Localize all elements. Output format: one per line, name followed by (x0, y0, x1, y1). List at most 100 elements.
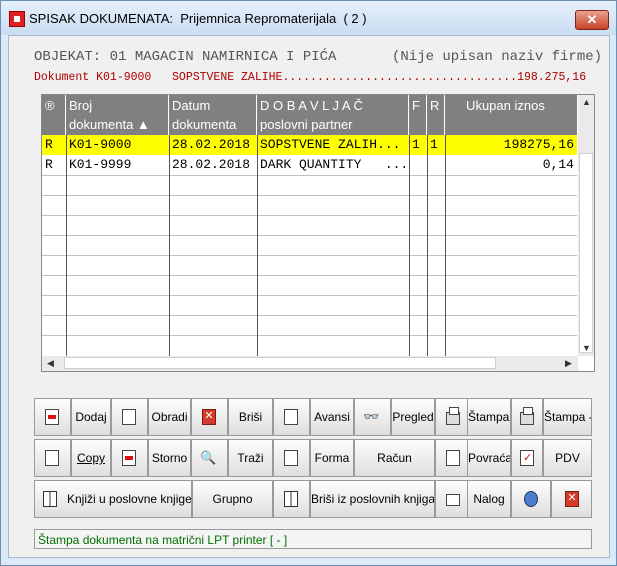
row-f (409, 155, 427, 175)
row-broj: K01-9000 (69, 137, 132, 152)
delete-icon: ✕ (202, 409, 216, 425)
avansi-button[interactable]: Avansi (310, 398, 354, 436)
grid-line (42, 175, 577, 176)
client-area: OBJEKAT: 01 MAGACIN NAMIRNICA I PIĆA (Ni… (8, 35, 610, 558)
brisi-button[interactable]: Briši (228, 398, 273, 436)
dodaj-icon-button[interactable] (34, 398, 71, 436)
grid-line (42, 315, 577, 316)
col-broj-label: Broj (69, 98, 93, 113)
stampa-plus-button[interactable]: Štampa + (467, 398, 511, 436)
refresh-icon (446, 450, 460, 466)
brisi-knjiga-button[interactable]: Briši iz poslovnih knjiga (310, 480, 435, 518)
help-button[interactable] (511, 480, 551, 518)
forma-button[interactable]: Forma (310, 439, 354, 477)
table-header: ® Broj dokumenta ▲ Datum dokumenta D O B A… (42, 95, 577, 135)
stampa-minus-button[interactable]: Štampa - (543, 398, 592, 436)
obradi-icon-button[interactable] (111, 398, 148, 436)
trazi-icon-button[interactable]: 🔍 (191, 439, 228, 477)
title-bar[interactable]: SPISAK DOKUMENATA: Prijemnica Repromater… (1, 1, 616, 35)
vertical-scrollbar[interactable]: ▲ ▼ (578, 95, 594, 356)
pregled-button[interactable]: Pregled (391, 398, 435, 436)
storno-button[interactable]: Storno (148, 439, 191, 477)
stampa-minus-icon-button[interactable] (511, 398, 543, 436)
storno-icon-button[interactable] (111, 439, 148, 477)
grid-line (42, 215, 577, 216)
dodaj-button[interactable]: Dodaj (71, 398, 111, 436)
horizontal-scrollbar[interactable]: ◀ ▶ (42, 356, 578, 371)
pdv-button[interactable]: PDV (543, 439, 592, 477)
row-f: 1 (412, 137, 420, 152)
edit-document-icon (122, 409, 136, 425)
help-icon (524, 491, 538, 507)
copy-button[interactable]: Copy (71, 439, 111, 477)
copy-icon (45, 450, 59, 466)
firma-label: (Nije upisan naziv firme) (392, 49, 603, 65)
row-r: 1 (430, 137, 438, 152)
forma-icon-button[interactable] (273, 439, 310, 477)
grupno-button[interactable]: Grupno (192, 480, 273, 518)
grid-line (427, 135, 428, 356)
col-iznos-label: Ukupan iznos (448, 98, 545, 113)
scroll-right-icon[interactable]: ▶ (565, 358, 572, 369)
documents-table[interactable]: ® Broj dokumenta ▲ Datum dokumenta D O B A… (41, 94, 595, 372)
pregled-icon-button[interactable]: 👓 (354, 398, 391, 436)
col-f-header[interactable]: F (409, 95, 427, 135)
app-icon (9, 11, 25, 27)
avansi-icon-button[interactable] (273, 398, 310, 436)
brisi-icon-button[interactable]: ✕ (191, 398, 228, 436)
grid-line (66, 135, 67, 356)
printer-icon (520, 407, 534, 425)
povracaj-button[interactable]: Povraćaj (467, 439, 511, 477)
col-status-header[interactable]: ® (42, 95, 66, 135)
col-r-header[interactable]: R (427, 95, 445, 135)
grid-line (42, 295, 577, 296)
close-icon: ✕ (565, 491, 579, 507)
table-row[interactable]: R K01-9999 28.02.2018 DARK QUANTITY ... … (42, 155, 577, 175)
add-document-icon (45, 409, 59, 425)
scroll-left-icon[interactable]: ◀ (47, 358, 54, 369)
obradi-button[interactable]: Obradi (148, 398, 191, 436)
col-f-label: F (412, 98, 420, 113)
nalog-button[interactable]: Nalog (467, 480, 511, 518)
racun-button[interactable]: Račun (354, 439, 435, 477)
grid-line (257, 135, 258, 356)
brisi-knjiga-icon-button[interactable] (273, 480, 310, 518)
grid-line (42, 335, 577, 336)
row-status: R (45, 157, 53, 172)
col-datum-header[interactable]: Datum dokumenta (169, 95, 257, 135)
table-row[interactable]: R K01-9000 28.02.2018 SOPSTVENE ZALIH...… (42, 135, 577, 155)
grid-line (169, 135, 170, 356)
scroll-down-icon[interactable]: ▼ (582, 343, 591, 353)
col-r-label: R (430, 98, 440, 113)
copy-icon-button[interactable] (34, 439, 71, 477)
col-status-label: ® (45, 98, 55, 113)
col-broj-label2: dokumenta ▲ (69, 117, 150, 132)
knjizi-button[interactable]: Knjiži u poslovne knjige * (34, 480, 192, 518)
trazi-button[interactable]: Traži (228, 439, 273, 477)
glasses-icon: 👓 (363, 409, 380, 424)
exit-button[interactable]: ✕ (551, 480, 592, 518)
row-datum: 28.02.2018 (172, 157, 251, 172)
grid-line (42, 255, 577, 256)
pdv-icon-button[interactable] (511, 439, 543, 477)
scroll-up-icon[interactable]: ▲ (582, 97, 591, 107)
form-icon (284, 450, 298, 466)
col-partner-header[interactable]: D O B A V L J A Č poslovni partner (257, 95, 409, 135)
search-icon: 🔍 (200, 450, 217, 465)
col-broj-header[interactable]: Broj dokumenta ▲ (66, 95, 169, 135)
col-partner-label2: poslovni partner (260, 117, 353, 132)
grid-line (42, 195, 577, 196)
status-bar: Štampa dokumenta na matrični LPT printer… (34, 529, 592, 549)
close-button[interactable]: ✕ (575, 10, 609, 30)
row-status: R (45, 137, 53, 152)
vertical-scroll-thumb[interactable] (579, 153, 593, 353)
col-iznos-header[interactable]: Ukupan iznos (445, 95, 577, 135)
row-partner: DARK QUANTITY ... (260, 157, 409, 172)
horizontal-scroll-thumb[interactable] (64, 357, 496, 369)
row-datum: 28.02.2018 (172, 137, 251, 152)
row-iznos: 198275,16 (503, 137, 574, 152)
grid-line (445, 135, 446, 356)
book-icon (284, 491, 298, 507)
window-title: SPISAK DOKUMENATA: Prijemnica Repromater… (29, 11, 367, 26)
printer-icon (446, 407, 460, 425)
